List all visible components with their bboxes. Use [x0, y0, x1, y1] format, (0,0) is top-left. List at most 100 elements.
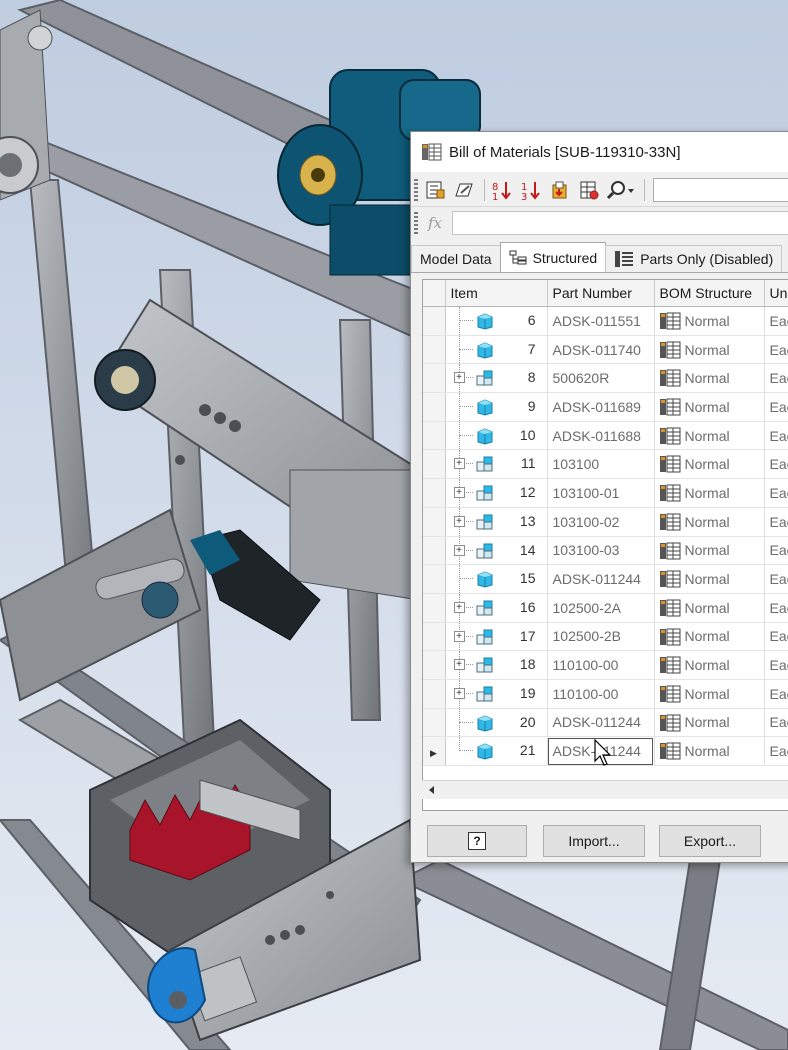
toolbar-grip[interactable]	[414, 212, 418, 234]
bom-structure-cell[interactable]: Normal	[654, 536, 765, 566]
help-button[interactable]: ?	[427, 825, 527, 857]
part-number-cell[interactable]: 110100-00	[547, 650, 655, 680]
bom-row[interactable]: 15 ADSK-011244 Normal Eac	[423, 564, 788, 594]
tab-structured[interactable]: Structured	[499, 242, 607, 272]
bom-structure-cell[interactable]: Normal	[654, 736, 765, 766]
item-cell[interactable]: 21	[445, 736, 548, 766]
bom-structure-cell[interactable]: Normal	[654, 421, 765, 451]
part-number-cell[interactable]: 110100-00	[547, 679, 655, 709]
bom-structure-cell[interactable]: Normal	[654, 363, 765, 394]
edit-properties-icon[interactable]	[451, 177, 477, 203]
part-number-cell[interactable]: 102500-2B	[547, 622, 655, 652]
part-number-cell[interactable]: ADSK-011740	[547, 335, 655, 365]
expand-icon[interactable]: +	[453, 544, 465, 556]
dialog-titlebar[interactable]: Bill of Materials [SUB-119310-33N]	[411, 132, 788, 172]
bom-structure-cell[interactable]: Normal	[654, 564, 765, 594]
expand-icon[interactable]: +	[453, 659, 465, 671]
bom-structure-cell[interactable]: Normal	[654, 708, 765, 738]
row-selector[interactable]: ▶	[423, 736, 446, 766]
export-button[interactable]: Export...	[659, 825, 761, 857]
import-button[interactable]: Import...	[543, 825, 645, 857]
row-selector[interactable]	[423, 536, 446, 566]
unit-cell[interactable]: Eac	[764, 564, 788, 594]
bom-row[interactable]: +18110100-00NormalEac	[423, 650, 788, 680]
unit-cell[interactable]: Eac	[764, 478, 788, 508]
column-header-part-number[interactable]: Part Number	[547, 280, 655, 307]
item-cell[interactable]: +13	[445, 507, 548, 537]
bom-row[interactable]: +8500620RNormalEac	[423, 363, 788, 394]
item-cell[interactable]: 7	[445, 335, 548, 365]
row-selector[interactable]	[423, 306, 446, 336]
unit-cell[interactable]: Eac	[764, 449, 788, 480]
bom-row[interactable]: +12103100-01NormalEac	[423, 478, 788, 508]
unit-cell[interactable]: Eac	[764, 363, 788, 394]
tab-model-data[interactable]: Model Data	[411, 245, 501, 272]
row-selector[interactable]	[423, 449, 446, 480]
item-cell[interactable]: 9	[445, 392, 548, 422]
row-selector[interactable]	[423, 622, 446, 652]
bom-structure-cell[interactable]: Normal	[654, 507, 765, 537]
row-selector[interactable]	[423, 593, 446, 623]
item-cell[interactable]: +11	[445, 449, 548, 480]
row-selector[interactable]	[423, 708, 446, 738]
tab-parts-only[interactable]: Parts Only (Disabled)	[605, 245, 783, 272]
row-selector[interactable]	[423, 363, 446, 394]
unit-cell[interactable]: Eac	[764, 507, 788, 537]
part-number-cell[interactable]: 102500-2A	[547, 593, 655, 623]
item-cell[interactable]: +18	[445, 650, 548, 680]
sort-ascending-icon[interactable]: 13	[518, 177, 544, 203]
expand-icon[interactable]: +	[453, 487, 465, 499]
part-number-cell[interactable]: ADSK-011689	[547, 392, 655, 422]
bom-row[interactable]: +13103100-02NormalEac	[423, 507, 788, 537]
unit-cell[interactable]: Eac	[764, 736, 788, 766]
unit-cell[interactable]: Eac	[764, 306, 788, 336]
unit-cell[interactable]: Eac	[764, 335, 788, 365]
bom-structure-cell[interactable]: Normal	[654, 449, 765, 480]
item-cell[interactable]: +12	[445, 478, 548, 508]
item-cell[interactable]: +8	[445, 363, 548, 394]
formula-icon[interactable]: fx	[422, 211, 448, 235]
row-selector[interactable]	[423, 507, 446, 537]
unit-cell[interactable]: Eac	[764, 421, 788, 451]
bom-structure-cell[interactable]: Normal	[654, 679, 765, 709]
expand-icon[interactable]: +	[453, 515, 465, 527]
column-header-bom-structure[interactable]: BOM Structure	[654, 280, 765, 307]
part-number-cell[interactable]: ADSK-011688	[547, 421, 655, 451]
bom-row[interactable]: 6 ADSK-011551 Normal Eac	[423, 306, 788, 336]
unit-cell[interactable]: Eac	[764, 593, 788, 623]
bom-row[interactable]: +19110100-00NormalEac	[423, 679, 788, 709]
expand-icon[interactable]: +	[453, 372, 465, 384]
row-selector-header[interactable]	[423, 280, 446, 307]
formula-input[interactable]	[452, 211, 788, 235]
bom-row[interactable]: +14103100-03NormalEac	[423, 536, 788, 566]
bom-grid[interactable]: Item Part Number BOM Structure Uni 6 ADSK…	[422, 279, 788, 811]
expand-icon[interactable]: +	[453, 601, 465, 613]
item-cell[interactable]: +19	[445, 679, 548, 709]
bom-row[interactable]: +17102500-2BNormalEac	[423, 622, 788, 652]
horizontal-scrollbar[interactable]	[422, 780, 788, 799]
expand-icon[interactable]: +	[453, 687, 465, 699]
part-number-cell[interactable]: ADSK-011244	[547, 564, 655, 594]
row-selector[interactable]	[423, 392, 446, 422]
bom-structure-cell[interactable]: Normal	[654, 650, 765, 680]
export-bom-icon[interactable]	[547, 177, 573, 203]
part-number-cell[interactable]: 103100	[547, 449, 655, 480]
bom-row[interactable]: 7 ADSK-011740 Normal Eac	[423, 335, 788, 365]
bom-structure-cell[interactable]: Normal	[654, 335, 765, 365]
item-cell[interactable]: 10	[445, 421, 548, 451]
bom-row[interactable]: 9 ADSK-011689 Normal Eac	[423, 392, 788, 422]
column-header-unit[interactable]: Uni	[764, 280, 788, 307]
item-cell[interactable]: 6	[445, 306, 548, 336]
sort-descending-icon[interactable]: 81	[489, 177, 515, 203]
bom-row[interactable]: 20 ADSK-011244 Normal Eac	[423, 708, 788, 738]
item-cell[interactable]: +17	[445, 622, 548, 652]
item-cell[interactable]: 20	[445, 708, 548, 738]
row-selector[interactable]	[423, 421, 446, 451]
item-cell[interactable]: +16	[445, 593, 548, 623]
unit-cell[interactable]: Eac	[764, 650, 788, 680]
toolbar-filter-field[interactable]	[653, 178, 788, 202]
row-selector[interactable]	[423, 335, 446, 365]
expand-icon[interactable]: +	[453, 458, 465, 470]
expand-icon[interactable]: +	[453, 630, 465, 642]
part-number-cell[interactable]: 103100-01	[547, 478, 655, 508]
